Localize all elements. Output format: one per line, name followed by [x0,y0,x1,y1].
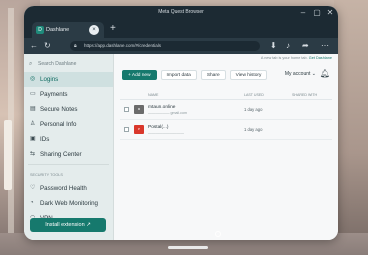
action-toolbar: + Add new Import data Share View history [122,70,268,82]
heart-icon: ♡ [30,185,36,191]
site-logo-icon: P [134,125,144,134]
more-icon[interactable]: ⋯ [321,41,329,51]
import-data-button[interactable]: Import data [160,70,197,80]
back-icon[interactable]: ← [30,41,38,51]
sidebar-item-label: Password Health [40,185,87,192]
download-icon[interactable]: ⬇ [270,41,277,51]
share-button[interactable]: Share [200,70,226,80]
title-bar: Meta Quest Browser – ▢ ✕ [24,6,338,20]
sidebar-item-label: Dark Web Monitoring [40,200,99,207]
sidebar-item-label: Payments [40,91,68,98]
sidebar-item-password-health[interactable]: ♡ Password Health [24,181,113,196]
account-menu[interactable]: My account ⌄ [285,71,316,77]
sidebar-item-sharing-center[interactable]: ⇆ Sharing Center [24,147,113,162]
url-text: https://app.dashlane.com/#/credentials [84,43,162,48]
table-header: NAME LAST USED SHARED WITH [120,90,332,100]
address-bar[interactable]: 🔒︎ https://app.dashlane.com/#/credential… [70,41,260,51]
credential-last-used: 1 day ago [244,107,263,112]
sidebar-item-payments[interactable]: ▭ Payments [24,87,113,102]
account-label: My account [284,71,311,77]
banner: A new tab is your home tab. Get Dashlane [261,56,332,60]
sidebar-item-label: Sharing Center [40,151,82,158]
view-history-button[interactable]: View history [229,70,268,80]
credential-username: —————————— [148,131,184,135]
app-body: ⌕ Search Dashlane ◎ Logins ▭ Payments ▤ … [24,54,338,240]
credential-username: —————— gmail.com [148,111,187,115]
sidebar-item-label: Logins [40,76,59,83]
radar-icon: ◔ [30,200,34,206]
sidebar-search[interactable]: ⌕ Search Dashlane [28,58,109,70]
column-name[interactable]: NAME [148,90,158,100]
mic-icon[interactable]: ♪ [286,41,290,51]
notification-bell-icon[interactable]: 🔔︎ [320,69,330,78]
site-logo-icon: M [134,105,144,114]
tab-dashlane[interactable]: D Dashlane × [32,22,104,38]
sidebar-divider [28,164,109,165]
sidebar-item-secure-notes[interactable]: ▤ Secure Notes [24,102,113,117]
maximize-icon[interactable]: ▢ [312,8,322,18]
navigation-bar: ← ↻ 🔒︎ https://app.dashlane.com/#/creden… [24,38,338,54]
sidebar-item-label: Personal Info [40,121,77,128]
credential-name: Postal(...) [148,125,169,130]
background-right [334,0,368,255]
external-link-icon: ↗ [86,222,91,228]
close-tab-icon[interactable]: × [89,25,99,35]
close-window-icon[interactable]: ✕ [325,8,335,18]
window-grab-bar[interactable] [168,246,208,249]
install-extension-label: Install extension [45,222,85,228]
note-icon: ▤ [30,106,36,112]
banner-text: A new tab is your home tab. [260,56,308,60]
security-tools-heading: SECURITY TOOLS [30,173,63,177]
browser-window: Meta Quest Browser – ▢ ✕ D Dashlane × + … [24,6,338,240]
sidebar-item-dark-web-monitoring[interactable]: ◔ Dark Web Monitoring [24,196,113,211]
credential-name: mtaun.online [148,105,176,110]
credential-last-used: 1 day ago [244,127,263,132]
column-last-used[interactable]: LAST USED [244,90,264,100]
chevron-down-icon: ⌄ [311,71,316,77]
share-icon: ⇆ [30,151,36,157]
credentials-table: NAME LAST USED SHARED WITH M mtaun.onlin… [120,90,332,140]
dashlane-favicon-icon: D [36,26,44,34]
lock-icon: 🔒︎ [74,43,77,49]
row-checkbox[interactable] [124,127,129,132]
table-row[interactable]: M mtaun.online —————— gmail.com 1 day ag… [120,100,332,120]
search-icon: ⌕ [29,61,33,67]
row-checkbox[interactable] [124,107,129,112]
person-icon: ♙ [30,121,36,127]
main-content: A new tab is your home tab. Get Dashlane… [114,54,338,240]
minimize-icon[interactable]: – [298,8,308,18]
new-tab-icon[interactable]: + [110,23,116,35]
sidebar-item-label: IDs [40,136,50,143]
add-new-button[interactable]: + Add new [122,70,157,80]
search-placeholder: Search Dashlane [38,61,77,67]
window-title: Meta Quest Browser [158,9,204,15]
card-icon: ▭ [30,91,36,97]
sidebar-item-logins[interactable]: ◎ Logins [24,72,113,87]
sidebar-item-label: Secure Notes [40,106,78,113]
background-pillar [4,120,12,190]
id-icon: ▣ [30,136,36,142]
sidebar-item-ids[interactable]: ▣ IDs [24,132,113,147]
column-shared-with[interactable]: SHARED WITH [292,90,317,100]
home-indicator-icon[interactable] [215,231,221,237]
share-icon[interactable]: ➦ [302,41,309,51]
globe-icon: ◎ [30,76,36,82]
sidebar: ⌕ Search Dashlane ◎ Logins ▭ Payments ▤ … [24,54,114,240]
reload-icon[interactable]: ↻ [44,41,51,51]
sidebar-item-personal-info[interactable]: ♙ Personal Info [24,117,113,132]
banner-link[interactable]: Get Dashlane [309,56,332,60]
tab-bar: D Dashlane × + [24,20,338,38]
table-row[interactable]: P Postal(...) —————————— 1 day ago [120,120,332,140]
tab-label: Dashlane [46,27,70,33]
install-extension-button[interactable]: Install extension ↗ [30,218,106,232]
